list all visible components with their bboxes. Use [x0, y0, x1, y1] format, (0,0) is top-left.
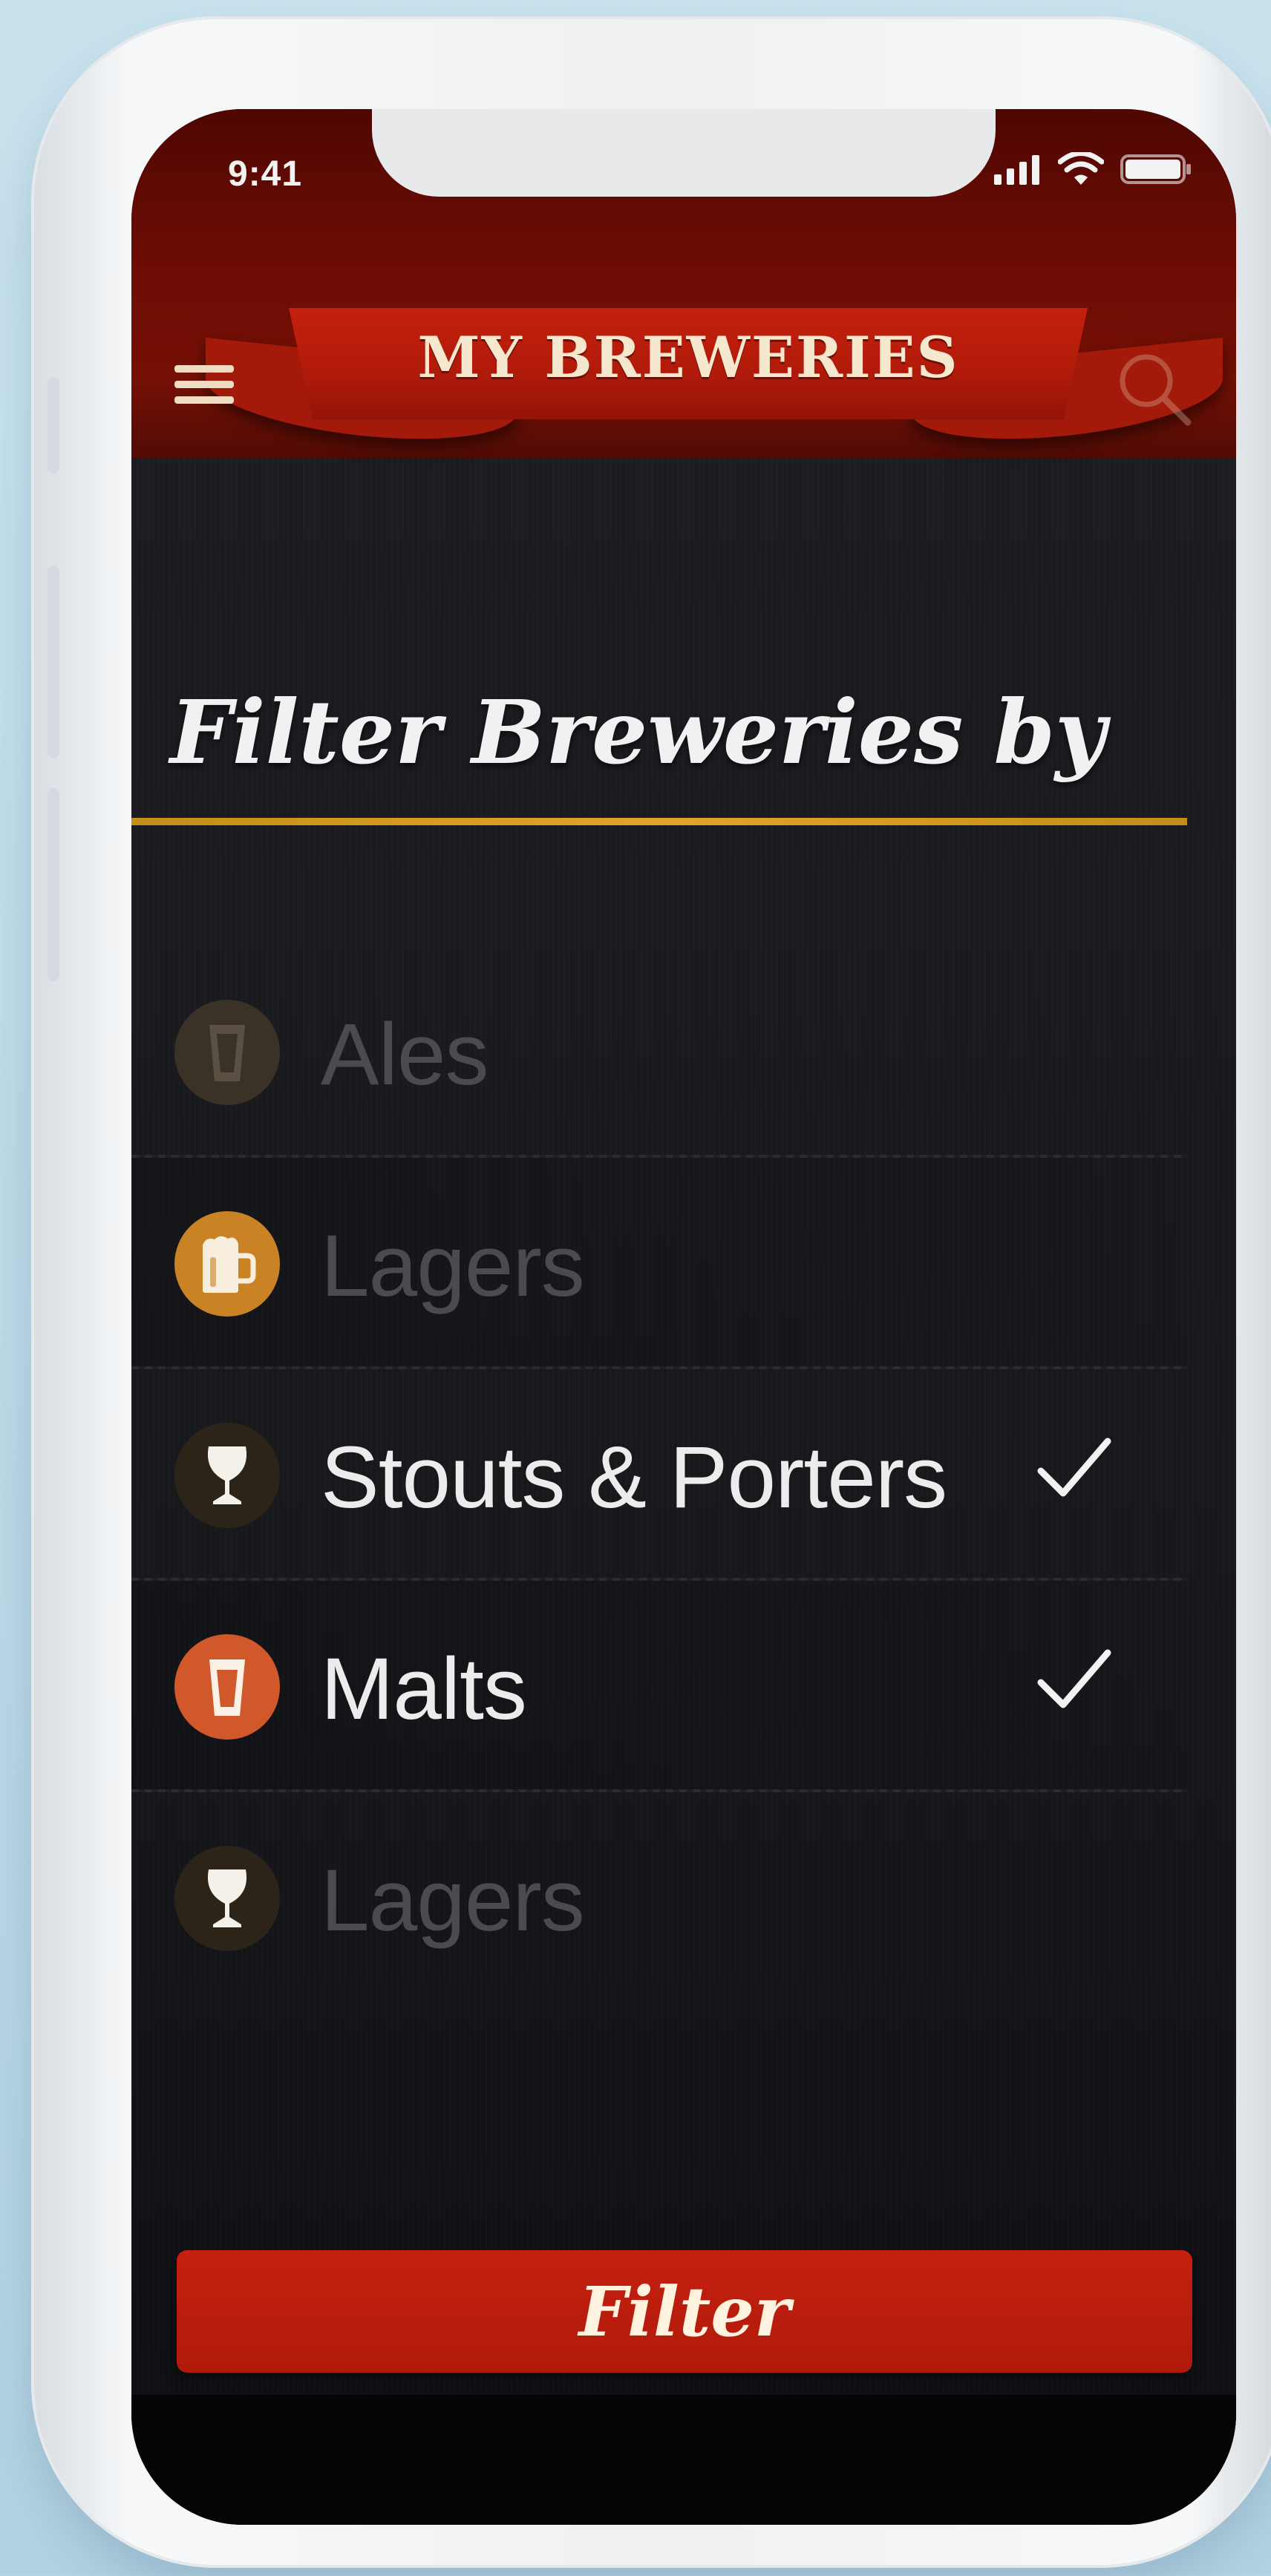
- checkmark-icon: [1037, 1438, 1111, 1497]
- snifter-glass-icon: [207, 1446, 247, 1504]
- hamburger-menu-icon[interactable]: [174, 365, 234, 410]
- device-notch: [372, 109, 996, 197]
- option-badge: [174, 1846, 280, 1951]
- option-badge: [174, 1634, 280, 1740]
- phone-frame: MY BREWERIES 9:41 Filter Breweries by Al…: [31, 16, 1271, 2568]
- filter-option-lagers-2[interactable]: Lagers: [131, 1792, 1187, 2004]
- battery-icon: [1120, 154, 1191, 184]
- option-label: Stouts & Porters: [321, 1429, 947, 1527]
- option-label: Lagers: [321, 1217, 585, 1315]
- search-icon[interactable]: [1114, 348, 1195, 430]
- pint-glass-icon: [209, 1025, 245, 1081]
- heading-divider: [131, 818, 1187, 825]
- option-badge: [174, 1000, 280, 1105]
- pint-glass-icon: [209, 1659, 245, 1716]
- cellular-signal-icon: [994, 155, 1039, 185]
- filter-button[interactable]: Filter: [177, 2250, 1192, 2373]
- filter-option-stouts-porters[interactable]: Stouts & Porters: [131, 1369, 1187, 1581]
- status-time: 9:41: [228, 154, 303, 194]
- option-badge: [174, 1211, 280, 1317]
- beer-mug-icon: [203, 1236, 256, 1293]
- option-label: Malts: [321, 1640, 527, 1738]
- filter-heading: Filter Breweries by: [170, 681, 1106, 784]
- filter-option-lagers[interactable]: Lagers: [131, 1158, 1187, 1369]
- title-ribbon: MY BREWERIES: [289, 308, 1088, 419]
- ring-silent-switch: [48, 377, 59, 473]
- option-label: Lagers: [321, 1852, 585, 1950]
- home-indicator-area: [131, 2395, 1236, 2525]
- app-screen: MY BREWERIES 9:41 Filter Breweries by Al…: [131, 109, 1236, 2525]
- volume-up-button: [48, 566, 59, 758]
- snifter-glass-icon: [207, 1869, 247, 1927]
- wifi-icon: [1058, 152, 1104, 185]
- filter-option-malts[interactable]: Malts: [131, 1581, 1187, 1792]
- volume-down-button: [48, 788, 59, 981]
- option-label: Ales: [321, 1006, 489, 1104]
- option-badge: [174, 1423, 280, 1528]
- filter-button-label: Filter: [578, 2271, 791, 2352]
- app-title: MY BREWERIES: [417, 324, 959, 390]
- checkmark-icon: [1037, 1649, 1111, 1708]
- status-icons: [994, 152, 1192, 186]
- filter-option-ales[interactable]: Ales: [131, 946, 1187, 1158]
